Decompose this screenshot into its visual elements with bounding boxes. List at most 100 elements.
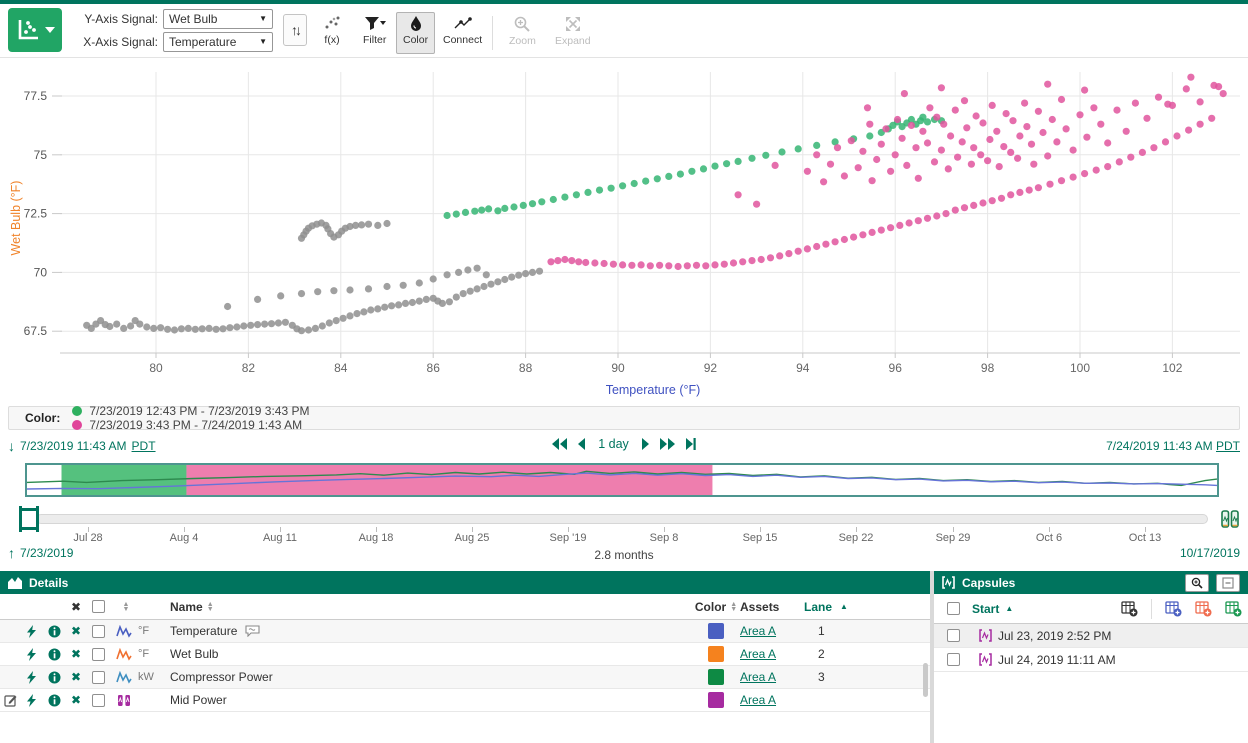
signal-icon xyxy=(110,648,138,661)
swap-axes-button[interactable]: ↑↓ xyxy=(283,14,307,46)
add-signal-stat-orange-icon[interactable] xyxy=(1195,601,1212,617)
details-scrollbar[interactable] xyxy=(923,663,928,697)
legend-range-text: 7/23/2019 12:43 PM - 7/23/2019 3:43 PM xyxy=(89,404,309,418)
trend-bolt-icon[interactable] xyxy=(20,694,42,707)
svg-text:92: 92 xyxy=(704,361,718,375)
chevron-down-icon xyxy=(45,26,55,34)
svg-text:70: 70 xyxy=(34,265,48,279)
details-table-row[interactable]: ✖ kW Compressor Power Area A xyxy=(0,666,930,689)
select-caret-icon: ▼ xyxy=(259,14,267,23)
capsules-panel: Capsules xyxy=(934,571,1248,743)
add-signal-stat-green-icon[interactable] xyxy=(1225,601,1242,617)
legend-dot-icon xyxy=(72,406,82,416)
trend-bolt-icon[interactable] xyxy=(20,671,42,684)
legend-label: Color: xyxy=(25,411,60,425)
details-table-row[interactable]: ✖ °F Wet Bulb Area A 2 xyxy=(0,643,930,666)
column-header-assets[interactable]: Assets xyxy=(740,600,804,614)
details-panel: Details ✖ ▲▼ Name▲▼ Color▲▼ Assets Lane … xyxy=(0,571,930,743)
step-back-button[interactable] xyxy=(578,438,586,450)
x-axis-title: Temperature (°F) xyxy=(606,383,701,397)
item-name: Temperature xyxy=(170,624,237,638)
capsule-checkbox[interactable] xyxy=(947,653,960,666)
capsule-lanes-icon[interactable] xyxy=(1220,509,1240,529)
sort-asc-icon: ▲ xyxy=(840,602,848,611)
row-checkbox[interactable] xyxy=(92,625,105,638)
column-header-color[interactable]: Color▲▼ xyxy=(692,600,740,614)
svg-text:96: 96 xyxy=(889,361,903,375)
x-axis-signal-label: X-Axis Signal: xyxy=(70,35,158,49)
remove-icon[interactable]: ✖ xyxy=(66,624,86,638)
step-forward-double-button[interactable] xyxy=(659,438,675,450)
unit-label: kW xyxy=(138,671,170,683)
capsules-collapse-button[interactable] xyxy=(1216,574,1240,592)
add-stat-column-icon[interactable] xyxy=(1121,601,1138,617)
capsule-row[interactable]: Jul 23, 2019 2:52 PM xyxy=(934,624,1248,648)
investigate-range-end[interactable]: 10/17/2019 xyxy=(1180,546,1240,560)
remove-icon[interactable]: ✖ xyxy=(66,647,86,661)
capsules-zoom-button[interactable] xyxy=(1185,574,1209,592)
edit-icon[interactable] xyxy=(0,694,20,707)
svg-text:75: 75 xyxy=(34,148,48,162)
svg-text:77.5: 77.5 xyxy=(24,89,48,103)
asset-link[interactable]: Area A xyxy=(740,624,776,638)
details-table-row[interactable]: ✖ °F Temperature Area A 1 xyxy=(0,620,930,643)
svg-text:80: 80 xyxy=(149,361,163,375)
date-tick-label: Aug 25 xyxy=(455,532,490,544)
scatter-view-button[interactable] xyxy=(8,8,62,52)
color-button[interactable]: Color xyxy=(396,12,435,54)
color-swatch[interactable] xyxy=(708,623,724,639)
asset-link[interactable]: Area A xyxy=(740,693,776,707)
filter-button[interactable]: Filter xyxy=(356,12,393,54)
step-size-label[interactable]: 1 day xyxy=(598,437,629,451)
select-all-checkbox[interactable] xyxy=(92,600,105,613)
trend-bolt-icon[interactable] xyxy=(20,648,42,661)
magnifier-icon xyxy=(1191,577,1203,589)
minimap-strip[interactable] xyxy=(25,463,1219,497)
connect-button[interactable]: Connect xyxy=(436,12,489,54)
expand-button[interactable]: Expand xyxy=(548,12,598,54)
step-to-end-button[interactable] xyxy=(685,438,696,450)
fx-button[interactable]: f(x) xyxy=(316,12,348,54)
info-icon[interactable] xyxy=(42,671,66,684)
trend-bolt-icon[interactable] xyxy=(20,625,42,638)
row-checkbox[interactable] xyxy=(92,694,105,707)
scatter-plot[interactable]: 8082848688909294969810010267.57072.57577… xyxy=(0,58,1248,404)
info-icon[interactable] xyxy=(42,625,66,638)
color-swatch[interactable] xyxy=(708,692,724,708)
date-axis[interactable]: Jul 28Aug 4Aug 11Aug 18Aug 25Sep '19Sep … xyxy=(0,527,1248,545)
remove-all-header[interactable]: ✖ xyxy=(66,600,86,614)
svg-text:102: 102 xyxy=(1162,361,1182,375)
date-tick-label: Aug 11 xyxy=(263,532,297,544)
row-checkbox[interactable] xyxy=(92,648,105,661)
column-header-lane[interactable]: Lane ▲ xyxy=(804,600,860,614)
info-icon[interactable] xyxy=(42,648,66,661)
range-slider-track[interactable] xyxy=(36,514,1208,524)
color-swatch[interactable] xyxy=(708,669,724,685)
capsule-row[interactable]: Jul 24, 2019 11:11 AM xyxy=(934,648,1248,672)
lane-value: 3 xyxy=(804,670,860,684)
capsule-checkbox[interactable] xyxy=(947,629,960,642)
details-table-row[interactable]: ✖ Mid Power Area A xyxy=(0,689,930,712)
info-icon[interactable] xyxy=(42,694,66,707)
annotation-bubble-icon[interactable] xyxy=(245,625,260,637)
details-panel-header: Details xyxy=(0,571,930,594)
row-checkbox[interactable] xyxy=(92,671,105,684)
x-axis-signal-select[interactable]: Temperature▼ xyxy=(163,32,273,52)
step-back-double-button[interactable] xyxy=(552,438,568,450)
add-signal-stat-blue-icon[interactable] xyxy=(1165,601,1182,617)
remove-icon[interactable]: ✖ xyxy=(66,670,86,684)
column-header-name[interactable]: Name▲▼ xyxy=(170,600,692,614)
color-swatch[interactable] xyxy=(708,646,724,662)
zoom-button[interactable]: Zoom xyxy=(502,12,543,54)
step-forward-button[interactable] xyxy=(641,438,649,450)
asset-link[interactable]: Area A xyxy=(740,647,776,661)
sort-icons[interactable]: ▲▼ xyxy=(110,602,138,612)
timezone-link[interactable]: PDT xyxy=(1216,439,1240,453)
select-all-capsules-checkbox[interactable] xyxy=(947,602,960,615)
remove-icon[interactable]: ✖ xyxy=(66,693,86,707)
asset-link[interactable]: Area A xyxy=(740,670,776,684)
svg-text:100: 100 xyxy=(1070,361,1090,375)
select-caret-icon: ▼ xyxy=(259,37,267,46)
y-axis-signal-select[interactable]: Wet Bulb▼ xyxy=(163,9,273,29)
date-tick-label: Jul 28 xyxy=(73,532,102,544)
